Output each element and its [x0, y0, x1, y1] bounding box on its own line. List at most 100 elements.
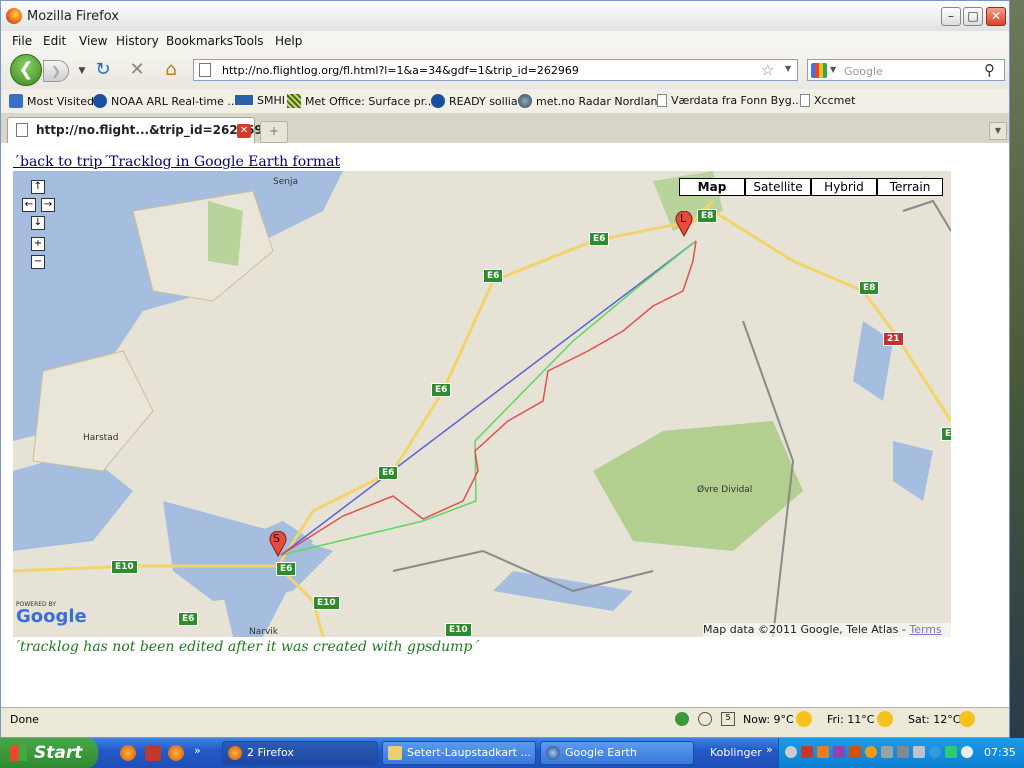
bookmark-smhi[interactable]: SMHI [235, 94, 285, 107]
opera-quicklaunch-icon[interactable] [145, 745, 161, 761]
island-senja [132, 190, 274, 302]
bookmark-most-visited[interactable]: Most Visited [9, 94, 94, 108]
pan-left-button[interactable]: ← [22, 198, 36, 212]
pan-up-button[interactable]: ↑ [31, 180, 45, 194]
place-label: Øvre Dividal [697, 485, 753, 495]
back-button[interactable]: ❮ [10, 54, 42, 86]
tray-app-icon[interactable] [801, 746, 813, 758]
tray-app-icon[interactable] [865, 746, 877, 758]
history-dropdown-icon[interactable]: ▼ [72, 61, 92, 81]
google-earth-tracklog-link[interactable]: Tracklog in Google Earth format [109, 154, 340, 170]
tracklog-note: ´tracklog has not been edited after it w… [13, 639, 480, 655]
page-icon [657, 94, 667, 107]
close-button[interactable]: ✕ [986, 7, 1006, 26]
tray-clock[interactable]: 07:35 [984, 746, 1016, 759]
search-box[interactable]: ▼ Google ⚲ [807, 59, 1005, 81]
toolbar-more-icon[interactable]: » [766, 743, 773, 756]
pan-down-button[interactable]: ↓ [31, 216, 45, 230]
menu-tools[interactable]: Tools [234, 34, 264, 48]
start-marker[interactable]: S [269, 530, 287, 558]
desktop-background [1010, 0, 1024, 738]
tab-close-icon[interactable]: ✕ [237, 124, 251, 138]
browser-window: Mozilla Firefox – □ ✕ File Edit View His… [0, 0, 1010, 738]
stop-icon[interactable]: ✕ [127, 60, 147, 80]
bookmark-noaa[interactable]: NOAA ARL Real-time ... [93, 94, 238, 108]
start-button[interactable]: Start [0, 738, 98, 768]
road-shield: E6 [178, 612, 199, 626]
border-line [902, 199, 951, 232]
reload-icon[interactable]: ↻ [93, 60, 113, 80]
tray-back-icon[interactable] [785, 746, 797, 758]
weather-now[interactable]: Now: 9°C [743, 713, 794, 726]
tab-flightlog[interactable]: http://no.flight...&trip_id=262969 ✕ [7, 117, 263, 143]
bookmark-vaerdata[interactable]: Værdata fra Fonn Byg... [657, 94, 802, 107]
tray-app-icon[interactable] [817, 746, 829, 758]
tab-list-icon[interactable]: ▼ [989, 122, 1007, 140]
koblinger-toolbar[interactable]: Koblinger [710, 746, 762, 759]
weather-fri[interactable]: Fri: 11°C [827, 713, 875, 726]
engine-dropdown-icon[interactable]: ▼ [830, 65, 836, 74]
firefox-quicklaunch-icon[interactable] [120, 745, 136, 761]
back-to-trip-link[interactable]: ´back to trip´ [13, 154, 109, 170]
menu-history[interactable]: History [116, 34, 159, 48]
road-shield: E10 [445, 623, 472, 637]
maximize-button[interactable]: □ [963, 7, 983, 26]
firefox-icon [6, 8, 22, 24]
bookmark-met-no-radar[interactable]: met.no Radar Nordland [518, 94, 664, 108]
lake [493, 571, 633, 611]
tray-app-icon[interactable] [849, 746, 861, 758]
zoom-in-button[interactable]: + [31, 237, 45, 251]
tray-app-icon[interactable] [897, 746, 909, 758]
folder-icon [9, 94, 23, 108]
url-bar[interactable]: http://no.flightlog.org/fl.html?l=1&a=34… [193, 59, 798, 81]
menu-edit[interactable]: Edit [43, 34, 66, 48]
end-marker[interactable]: L [675, 210, 693, 238]
bookmark-met-office[interactable]: Met Office: Surface pr... [287, 94, 435, 108]
weather-sat[interactable]: Sat: 12°C [908, 713, 960, 726]
map-type-satellite-button[interactable]: Satellite [745, 178, 811, 196]
window-title: Mozilla Firefox [27, 9, 119, 24]
new-tab-button[interactable]: + [260, 121, 288, 143]
taskbar-google-earth[interactable]: Google Earth [540, 741, 694, 765]
pan-right-button[interactable]: → [41, 198, 55, 212]
system-tray: 07:35 [778, 738, 1024, 768]
menu-bookmarks[interactable]: Bookmarks [166, 34, 233, 48]
bookmark-star-icon[interactable]: ☆ [761, 61, 774, 79]
menu-view[interactable]: View [79, 34, 107, 48]
tray-app-icon[interactable] [929, 746, 941, 758]
firefox-quicklaunch-icon[interactable] [168, 745, 184, 761]
quicklaunch-more-icon[interactable]: » [194, 744, 201, 757]
google-engine-icon[interactable] [811, 63, 827, 78]
menu-file[interactable]: File [12, 34, 32, 48]
minimize-button[interactable]: – [941, 7, 961, 26]
home-icon[interactable]: ⌂ [161, 60, 181, 80]
road-e8 [712, 209, 951, 422]
menu-help[interactable]: Help [275, 34, 302, 48]
clock-icon[interactable] [698, 712, 712, 726]
map-view[interactable]: Map Satellite Hybrid Terrain ↑ ← → ↓ + −… [13, 171, 951, 637]
taskbar-firefox[interactable]: 2 Firefox [222, 741, 378, 765]
tray-volume-icon[interactable] [961, 746, 973, 758]
taskbar-setert[interactable]: Setert-Laupstadkart ... [382, 741, 536, 765]
tray-app-icon[interactable] [913, 746, 925, 758]
google-logo[interactable]: POWERED BY Google [16, 601, 87, 626]
calendar-icon[interactable]: 5 [721, 712, 735, 726]
road-shield: E8 [697, 209, 718, 223]
map-type-hybrid-button[interactable]: Hybrid [811, 178, 877, 196]
forward-button[interactable]: ❯ [43, 60, 69, 82]
tab-title: http://no.flight...&trip_id=262969 [36, 123, 263, 137]
bookmark-ready-sollia[interactable]: READY sollia [431, 94, 518, 108]
tray-network-icon[interactable] [881, 746, 893, 758]
map-type-map-button[interactable]: Map [679, 178, 745, 196]
status-indicator-icon[interactable] [675, 712, 689, 726]
road-shield: E [941, 427, 951, 441]
tab-strip: http://no.flight...&trip_id=262969 ✕ + ▼ [1, 113, 1009, 143]
zoom-out-button[interactable]: − [31, 255, 45, 269]
search-icon[interactable]: ⚲ [984, 61, 995, 79]
bookmark-xccmet[interactable]: Xccmet [800, 94, 855, 107]
map-attribution: Map data ©2011 Google, Tele Atlas - Term… [703, 623, 951, 637]
url-dropdown-icon[interactable]: ▼ [785, 64, 791, 73]
tray-app-icon[interactable] [945, 746, 957, 758]
tray-app-icon[interactable] [833, 746, 845, 758]
map-type-terrain-button[interactable]: Terrain [877, 178, 943, 196]
